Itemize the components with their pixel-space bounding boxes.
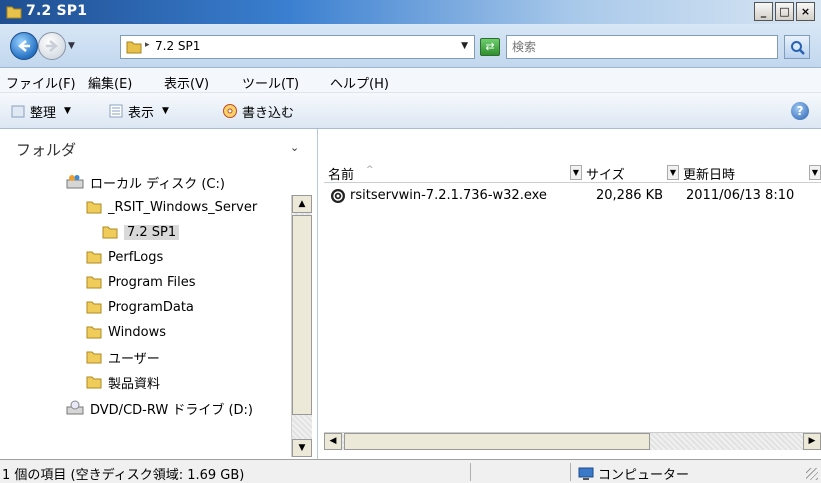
- burn-button[interactable]: 書き込む: [222, 101, 294, 121]
- close-button[interactable]: ×: [796, 2, 815, 21]
- menu-file[interactable]: ファイル(F): [6, 73, 76, 92]
- status-divider: [470, 463, 471, 481]
- installer-exe-icon: [331, 189, 345, 203]
- view-button[interactable]: 表示 ▼: [108, 101, 169, 121]
- column-modified-dropdown[interactable]: ▼: [809, 165, 821, 180]
- maximize-button[interactable]: □: [775, 2, 794, 21]
- chevron-down-icon[interactable]: ⌄: [290, 141, 299, 154]
- view-label: 表示: [128, 105, 155, 121]
- folder-icon: [102, 226, 118, 239]
- back-arrow-icon: [18, 40, 30, 52]
- folder-pane: フォルダ ⌄ ローカル ディスク (C:) _RSIT_Windows_Serv…: [0, 129, 318, 459]
- column-header-name[interactable]: 名前 ^ ▼: [324, 163, 582, 183]
- menu-bar: ファイル(F) 編集(E) 表示(V) ツール(T) ヘルプ(H): [0, 68, 821, 93]
- file-modified: 2011/06/13 8:10: [686, 188, 795, 203]
- search-input[interactable]: [507, 36, 777, 58]
- tree-item-users[interactable]: ユーザー: [86, 346, 160, 368]
- folder-icon: [86, 376, 102, 389]
- breadcrumb-arrow-icon[interactable]: ▸: [145, 40, 150, 50]
- burn-disc-icon: [223, 104, 237, 118]
- folder-icon: [86, 351, 102, 364]
- breadcrumb[interactable]: 7.2 SP1: [155, 39, 200, 53]
- search-icon: [791, 41, 805, 55]
- column-header-size[interactable]: サイズ ▼: [582, 163, 679, 183]
- folder-pane-header[interactable]: フォルダ: [16, 139, 76, 160]
- address-row: ▼ ▸ 7.2 SP1 ▼ ⇄: [0, 24, 821, 68]
- refresh-button[interactable]: ⇄: [480, 38, 500, 56]
- tree-item-7-2-sp1[interactable]: 7.2 SP1: [102, 221, 180, 243]
- tree-item-program-files[interactable]: Program Files: [86, 271, 196, 293]
- organize-button[interactable]: 整理 ▼: [10, 101, 71, 121]
- file-pane-scrollbar[interactable]: ◀ ▶: [324, 432, 821, 450]
- file-list-pane: 名前 ^ ▼ サイズ ▼ 更新日時 ▼ rsitservwin-7.2.1.73…: [318, 129, 821, 459]
- local-disk-icon: [66, 175, 84, 189]
- tree-item-windows[interactable]: Windows: [86, 321, 166, 343]
- forward-button[interactable]: [38, 32, 66, 60]
- file-name: rsitservwin-7.2.1.736-w32.exe: [350, 188, 547, 203]
- menu-edit[interactable]: 編集(E): [88, 73, 132, 92]
- forward-arrow-icon: [46, 40, 58, 52]
- folder-icon: [86, 326, 102, 339]
- chevron-down-icon: ▼: [162, 106, 169, 116]
- scroll-right-button[interactable]: ▶: [803, 433, 821, 450]
- computer-icon: [578, 467, 594, 480]
- chevron-down-icon: ▼: [64, 106, 71, 116]
- table-row[interactable]: rsitservwin-7.2.1.736-w32.exe 20,286 KB …: [330, 186, 820, 206]
- folder-icon: [86, 301, 102, 314]
- folder-icon: [86, 201, 102, 214]
- menu-view[interactable]: 表示(V): [164, 73, 209, 92]
- burn-label: 書き込む: [242, 105, 295, 121]
- title-bar: 7.2 SP1 _ □ ×: [0, 0, 821, 24]
- organize-icon: [11, 105, 25, 118]
- scroll-left-button[interactable]: ◀: [324, 433, 342, 450]
- tree-item-dvd-drive[interactable]: DVD/CD-RW ドライブ (D:): [66, 397, 253, 419]
- dvd-drive-icon: [66, 400, 84, 415]
- tree-item-local-disk[interactable]: ローカル ディスク (C:): [66, 171, 225, 193]
- scroll-down-button[interactable]: ▼: [292, 439, 312, 457]
- address-bar[interactable]: ▸ 7.2 SP1 ▼: [120, 35, 475, 59]
- file-size: 20,286 KB: [596, 188, 664, 203]
- folder-icon: [86, 251, 102, 264]
- column-size-dropdown[interactable]: ▼: [667, 165, 679, 180]
- scroll-thumb[interactable]: [292, 215, 312, 415]
- tree-item-rsit-windows-server[interactable]: _RSIT_Windows_Server: [86, 196, 257, 218]
- tree-item-product-docs[interactable]: 製品資料: [86, 371, 160, 393]
- back-button[interactable]: [10, 32, 38, 60]
- view-icon: [109, 104, 123, 118]
- help-icon[interactable]: ?: [791, 102, 809, 120]
- recent-pages-dropdown[interactable]: ▼: [68, 41, 75, 51]
- scroll-thumb[interactable]: [344, 433, 650, 450]
- sort-ascending-icon: ^: [366, 165, 374, 175]
- folder-pane-scrollbar[interactable]: ▲ ▼: [291, 195, 312, 457]
- scroll-up-button[interactable]: ▲: [292, 195, 312, 213]
- tree-item-perflogs[interactable]: PerfLogs: [86, 246, 163, 268]
- column-name-dropdown[interactable]: ▼: [570, 165, 582, 180]
- folder-icon: [6, 6, 22, 19]
- menu-tools[interactable]: ツール(T): [242, 73, 299, 92]
- menu-help[interactable]: ヘルプ(H): [330, 73, 389, 92]
- tree-item-programdata[interactable]: ProgramData: [86, 296, 194, 318]
- search-box[interactable]: [506, 35, 778, 59]
- minimize-button[interactable]: _: [754, 2, 773, 21]
- refresh-icon: ⇄: [485, 40, 495, 53]
- resize-grip[interactable]: [806, 468, 818, 480]
- status-computer: コンピューター: [578, 464, 689, 483]
- folder-icon: [126, 41, 142, 54]
- status-bar: 1 個の項目 (空きディスク領域: 1.69 GB) コンピューター: [0, 459, 821, 483]
- status-item-count: 1 個の項目 (空きディスク領域: 1.69 GB): [2, 468, 245, 483]
- column-header-modified[interactable]: 更新日時 ▼: [679, 163, 821, 183]
- status-divider: [570, 463, 571, 481]
- chevron-down-icon[interactable]: ▼: [461, 41, 468, 51]
- search-button[interactable]: [784, 35, 810, 59]
- command-toolbar: 整理 ▼ 表示 ▼ 書き込む ?: [0, 93, 821, 129]
- organize-label: 整理: [30, 105, 57, 121]
- window-title: 7.2 SP1: [26, 3, 88, 19]
- folder-icon: [86, 276, 102, 289]
